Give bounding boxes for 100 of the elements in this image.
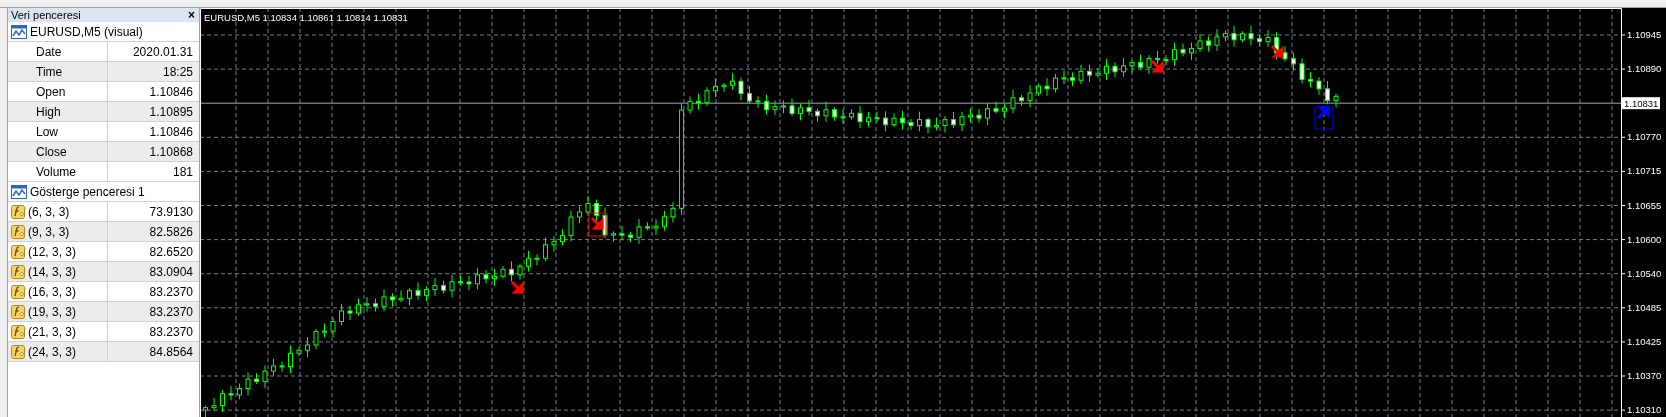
- row-value: 18:25: [162, 64, 193, 79]
- candle: [1248, 25, 1254, 46]
- row-value: 181: [172, 164, 193, 179]
- price-label: 1.10770: [1627, 131, 1662, 143]
- candle: [1299, 57, 1305, 84]
- down-arrow-icon: [510, 280, 524, 294]
- candle: [721, 82, 727, 93]
- section-title: EURUSD,M5 (visual): [30, 24, 143, 39]
- candle: [1104, 58, 1109, 81]
- candle: [211, 397, 217, 412]
- candle: [1265, 29, 1271, 48]
- marker-box: [1314, 106, 1334, 130]
- row-value: 83.0904: [149, 264, 193, 279]
- candle: [483, 269, 489, 284]
- candle: [1146, 54, 1152, 75]
- row-label: Time: [36, 64, 63, 79]
- row-label: (6, 3, 3): [28, 204, 70, 219]
- row-value: 82.6520: [149, 244, 193, 259]
- candle: [832, 106, 837, 122]
- close-button[interactable]: ×: [188, 9, 195, 21]
- candle: [415, 281, 421, 301]
- price-label: 1.10890: [1627, 63, 1662, 75]
- candle: [653, 218, 659, 236]
- row-label: Open: [36, 84, 66, 99]
- row-label: (16, 3, 3): [28, 284, 77, 299]
- candle: [951, 111, 956, 129]
- row-label: (9, 3, 3): [28, 224, 70, 239]
- row-label: Close: [36, 144, 67, 159]
- indicator-icon: [11, 344, 25, 359]
- section-title: Gösterge penceresi 1: [30, 184, 145, 199]
- candle: [1189, 42, 1194, 61]
- candle: [645, 221, 650, 231]
- price-label: 1.10370: [1627, 370, 1662, 381]
- candle: [1053, 73, 1058, 94]
- candle: [1078, 64, 1084, 85]
- candle: [509, 260, 514, 282]
- candle: [356, 298, 361, 317]
- candle: [1231, 25, 1237, 48]
- candle: [806, 99, 812, 116]
- candle: [398, 289, 404, 303]
- candle: [1257, 34, 1262, 47]
- candle: [347, 305, 353, 321]
- candle: [390, 292, 395, 308]
- candle: [942, 115, 948, 133]
- row-value: 83.2370: [149, 284, 193, 299]
- row-value: 84.8564: [149, 344, 193, 359]
- candle: [934, 117, 939, 131]
- candle: [330, 316, 336, 338]
- candle: [900, 110, 905, 130]
- row-label: (19, 3, 3): [28, 304, 77, 319]
- indicator-icon: [11, 224, 25, 239]
- candle: [585, 195, 591, 217]
- candle: [432, 277, 438, 297]
- row-value: 2020.01.31: [132, 44, 193, 59]
- candle: [1214, 28, 1220, 52]
- candle: [500, 265, 506, 279]
- candle: [296, 346, 302, 357]
- candle: [492, 268, 497, 287]
- indicator-icon: [11, 204, 25, 219]
- candle: [993, 101, 999, 114]
- candle: [1172, 42, 1177, 67]
- row-value: 1.10846: [149, 84, 193, 99]
- candle: [1070, 71, 1075, 87]
- row-value: 82.5826: [149, 224, 193, 239]
- row-value: 83.2370: [149, 304, 193, 319]
- candle: [1282, 45, 1288, 63]
- candle: [526, 250, 531, 272]
- candle: [1036, 83, 1041, 97]
- candle: [687, 96, 693, 114]
- candle: [560, 228, 565, 246]
- candle: [475, 267, 480, 290]
- candle: [271, 358, 276, 377]
- candle: [1061, 70, 1067, 85]
- indicator-icon: [11, 264, 25, 279]
- price-label: 1.10655: [1627, 199, 1662, 211]
- candle: [1019, 94, 1024, 107]
- candle: [322, 322, 327, 338]
- candle: [381, 288, 387, 312]
- panel-title: Veri penceresi: [11, 9, 81, 21]
- candle: [857, 105, 863, 129]
- candle: [517, 263, 523, 280]
- candle: [1112, 61, 1118, 78]
- candle: [288, 345, 293, 374]
- chart-header: EURUSD,M5 1.10834 1.10861 1.10814 1.10831: [204, 12, 408, 23]
- candle: [959, 111, 965, 132]
- candle: [424, 285, 429, 302]
- candle: [874, 110, 880, 124]
- row-value: 83.2370: [149, 324, 193, 339]
- candle: [611, 230, 616, 243]
- candle: [245, 371, 251, 396]
- candle: [1087, 64, 1092, 83]
- candle: [534, 253, 540, 266]
- candle: [1240, 30, 1245, 43]
- indicator-icon: [11, 244, 25, 259]
- candle: [313, 328, 319, 350]
- candle: [1155, 50, 1160, 65]
- down-arrow-icon: [590, 216, 604, 230]
- candle: [738, 77, 744, 101]
- candle: [713, 77, 718, 98]
- candle: [1291, 51, 1296, 72]
